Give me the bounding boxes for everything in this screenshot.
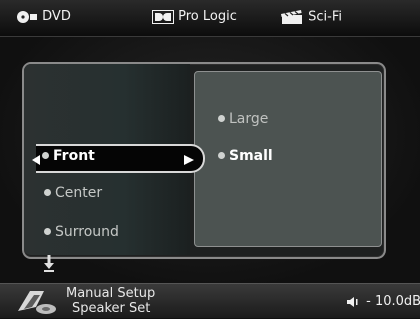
footer-title: Manual Setup (66, 286, 156, 301)
option-label: Large (229, 111, 269, 127)
genre-label: Sci-Fi (308, 9, 342, 25)
dolby-logo-icon (152, 9, 178, 24)
bottom-status-bar: Manual Setup Speaker Set - 10.0dB (0, 283, 420, 318)
source-label: DVD (42, 9, 71, 24)
mode-indicator: Pro Logic (152, 9, 237, 24)
menu-item-front[interactable]: Front (32, 148, 95, 164)
bullet-icon (218, 115, 225, 122)
top-status-bar: DVD Pro Logic Sci-Fi (0, 0, 420, 37)
clapperboard-icon (278, 10, 308, 25)
source-indicator: DVD (16, 9, 71, 24)
menu-item-label: Front (53, 148, 95, 164)
option-large[interactable]: Large (218, 111, 268, 127)
scroll-down-icon[interactable] (44, 255, 54, 277)
speaker-setup-icon (16, 287, 60, 319)
bullet-icon (218, 152, 225, 159)
speaker-volume-icon (347, 294, 366, 309)
disc-icon (16, 9, 42, 24)
mode-label: Pro Logic (178, 9, 237, 24)
menu-item-label: Surround (55, 224, 119, 240)
volume-readout: - 10.0dB (347, 294, 420, 309)
bullet-icon (44, 228, 51, 235)
genre-indicator: Sci-Fi (278, 9, 342, 25)
volume-value: - 10.0dB (366, 294, 420, 309)
arrow-right-icon[interactable] (184, 150, 194, 169)
bullet-icon (42, 152, 49, 159)
menu-item-surround[interactable]: Surround (44, 224, 119, 240)
menu-item-label: Center (55, 185, 103, 201)
bullet-icon (44, 189, 51, 196)
menu-item-center[interactable]: Center (44, 185, 102, 201)
option-small[interactable]: Small (218, 148, 273, 164)
footer-subtitle: Speaker Set (72, 301, 151, 316)
option-label: Small (229, 148, 273, 164)
